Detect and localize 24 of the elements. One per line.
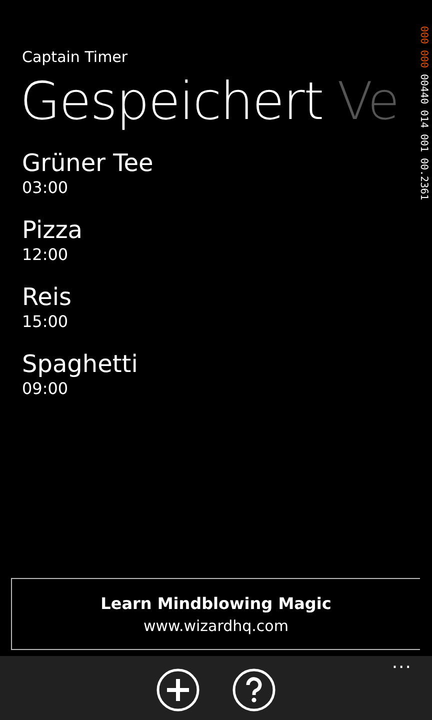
frame-counter: 00440	[418, 74, 429, 104]
timer-duration: 03:00	[22, 178, 68, 198]
ad-url: www.wizardhq.com	[144, 616, 288, 634]
frame-counter: 001	[418, 134, 429, 152]
frame-counter: 000	[418, 26, 429, 44]
timer-name[interactable]: Grüner Tee	[22, 148, 154, 178]
add-icon	[156, 668, 200, 712]
timer-name[interactable]: Spaghetti	[22, 349, 138, 379]
help-button[interactable]	[232, 668, 276, 712]
timer-duration: 09:00	[22, 379, 68, 399]
frame-counter: 00.2361	[418, 158, 429, 201]
timer-name[interactable]: Pizza	[22, 215, 83, 245]
more-button[interactable]: ...	[392, 652, 412, 673]
timer-duration: 15:00	[22, 312, 68, 332]
app-title: Captain Timer	[22, 48, 128, 66]
pivot-header[interactable]: Gespeichert	[20, 70, 324, 134]
timer-duration: 12:00	[22, 245, 68, 265]
ad-banner[interactable]: Learn Mindblowing Magic www.wizardhq.com	[11, 578, 420, 650]
ad-title: Learn Mindblowing Magic	[100, 594, 332, 612]
frame-counter: 000	[418, 50, 429, 68]
help-icon	[232, 668, 276, 712]
timer-name[interactable]: Reis	[22, 282, 72, 312]
frame-counter: 014	[418, 110, 429, 128]
add-button[interactable]	[156, 668, 200, 712]
